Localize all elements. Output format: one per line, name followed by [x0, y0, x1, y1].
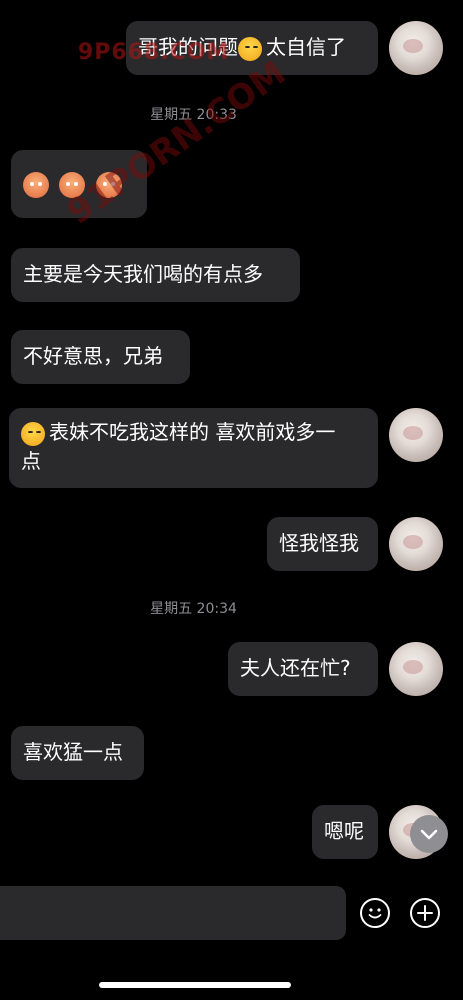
sweat-emoji-icon: [23, 171, 49, 198]
avatar[interactable]: [389, 517, 443, 571]
watermark: 9P668.COM: [78, 40, 230, 65]
message-text: 嗯呢: [324, 819, 364, 843]
message-text: 主要是今天我们喝的有点多: [23, 262, 263, 286]
message-bubble-incoming[interactable]: 喜欢猛一点: [11, 726, 144, 780]
add-button[interactable]: [410, 898, 440, 928]
message-input[interactable]: [0, 886, 346, 940]
message-text: 点: [21, 449, 41, 473]
message-bubble-incoming[interactable]: 主要是今天我们喝的有点多: [11, 248, 300, 302]
avatar[interactable]: [389, 642, 443, 696]
avatar[interactable]: [389, 408, 443, 462]
message-text: 夫人还在忙?: [240, 656, 351, 680]
smile-icon: [368, 908, 382, 919]
message-text: 太自信了: [266, 35, 346, 59]
avatar[interactable]: [389, 21, 443, 75]
chevron-down-icon: [420, 829, 438, 840]
plus-icon: [417, 905, 433, 921]
message-bubble-incoming[interactable]: 表妹不吃我这样的 喜欢前戏多一 点: [9, 408, 378, 488]
message-text: 怪我怪我: [279, 531, 359, 555]
message-text: 表妹不吃我这样的 喜欢前戏多一: [49, 420, 336, 444]
message-bubble-outgoing[interactable]: 夫人还在忙?: [228, 642, 378, 696]
timestamp: 星期五 20:34: [150, 601, 237, 617]
watermark: 91PORN.COM: [60, 52, 293, 233]
scroll-to-bottom-button[interactable]: [410, 815, 448, 853]
emoji-button[interactable]: [360, 898, 390, 928]
message-bubble-incoming[interactable]: 不好意思，兄弟: [11, 330, 190, 384]
message-bubble-outgoing[interactable]: 嗯呢: [312, 805, 378, 859]
message-text: 喜欢猛一点: [23, 740, 123, 764]
laughing-emoji-icon: [238, 36, 262, 61]
message-text: 不好意思，兄弟: [23, 344, 163, 368]
home-indicator[interactable]: [99, 982, 291, 988]
laughing-emoji-icon: [21, 421, 45, 446]
message-bubble-outgoing[interactable]: 怪我怪我: [267, 517, 378, 571]
